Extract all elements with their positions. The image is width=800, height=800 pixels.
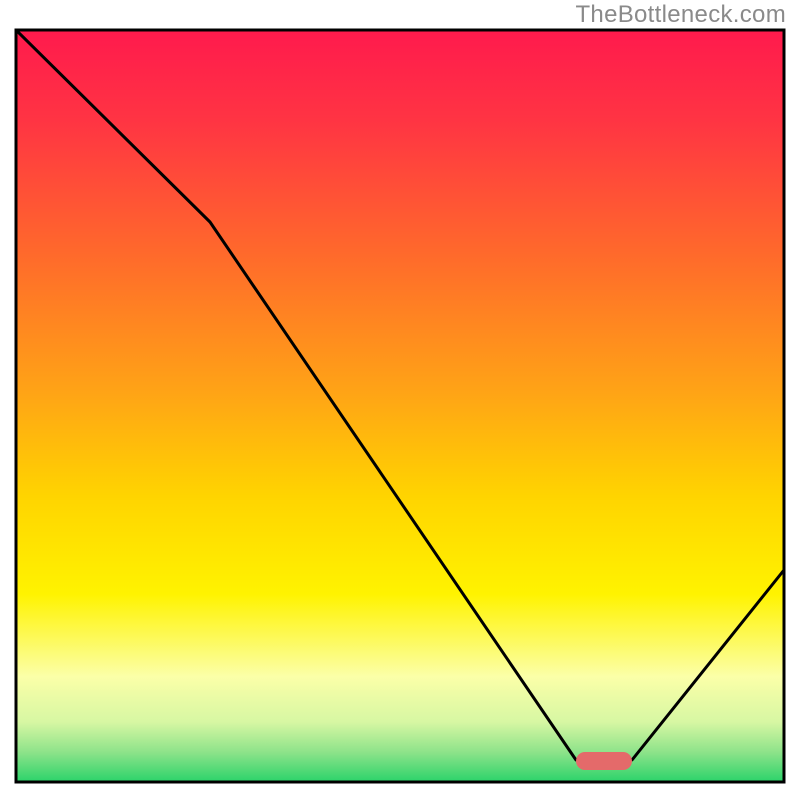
chart-container: { "watermark": "TheBottleneck.com", "col…	[0, 0, 800, 800]
optimal-range-marker	[576, 752, 632, 770]
bottleneck-chart	[0, 0, 800, 800]
watermark-text: TheBottleneck.com	[575, 1, 786, 29]
